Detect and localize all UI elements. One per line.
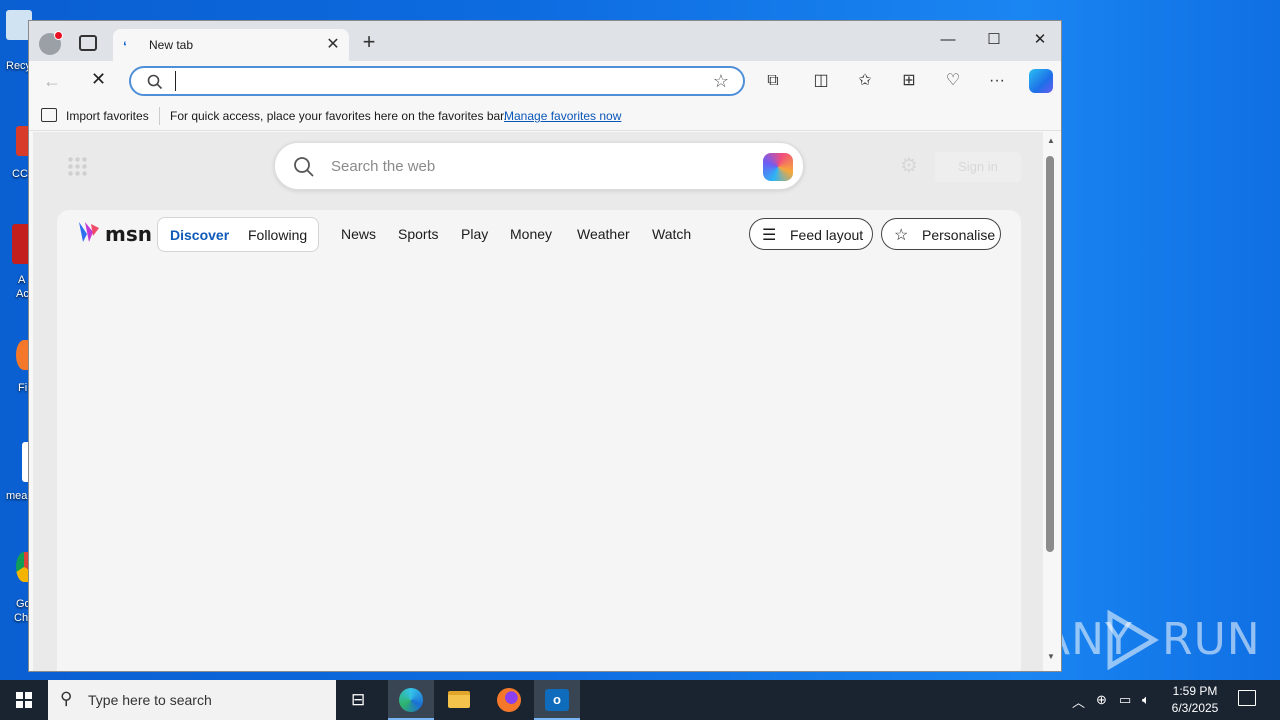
- scrollbar-thumb[interactable]: [1046, 156, 1054, 552]
- browser-essentials-icon[interactable]: ♡: [941, 69, 965, 93]
- nav-news[interactable]: News: [341, 226, 376, 242]
- minimize-button[interactable]: —: [925, 25, 971, 55]
- web-search-box[interactable]: Search the web: [274, 142, 804, 190]
- scroll-up-arrow-icon[interactable]: ▲: [1045, 136, 1057, 145]
- import-favorites-icon: [41, 108, 57, 122]
- anyrun-watermark: ANY RUN: [1040, 608, 1260, 672]
- tab-actions-icon[interactable]: [79, 35, 97, 51]
- windows-taskbar: ⚲ Type here to search ⊟ o ︿ ⊕ ▭ 🔈︎ 1:59 …: [0, 680, 1280, 720]
- msn-butterfly-icon: [79, 222, 99, 242]
- profile-avatar-icon[interactable]: [39, 31, 63, 55]
- nav-money[interactable]: Money: [510, 226, 552, 242]
- new-tab-plus-icon[interactable]: +: [359, 31, 379, 53]
- task-view-icon: ⊟: [351, 690, 366, 709]
- more-options-icon[interactable]: ···: [985, 69, 1009, 93]
- app-launcher-icon[interactable]: [67, 156, 87, 176]
- show-hidden-icons-chevron-icon[interactable]: ︿: [1072, 692, 1085, 711]
- search-icon: ⚲: [60, 689, 73, 708]
- windows-logo-icon: [16, 692, 32, 708]
- new-tab-page: Search the web ⚙ Sign in msn Discover Fo…: [33, 132, 1043, 671]
- navigation-toolbar: ← ✕ ☆ ⧉ ◫ ✩ ⊞ ♡ ···: [29, 61, 1061, 101]
- personalise-label: Personalise: [922, 227, 996, 243]
- network-drive-icon[interactable]: ⊕: [1096, 692, 1107, 708]
- add-favorite-star-icon[interactable]: ☆: [713, 71, 729, 92]
- edge-icon: [399, 688, 423, 712]
- taskbar-search-placeholder: Type here to search: [88, 692, 212, 708]
- page-scrollbar[interactable]: ▲ ▼: [1043, 132, 1059, 671]
- favorites-icon[interactable]: ✩: [853, 69, 877, 93]
- close-window-button[interactable]: ✕: [1017, 25, 1061, 55]
- extensions-puzzle-icon[interactable]: ⧉: [761, 69, 785, 93]
- tab-new-tab[interactable]: ‘ New tab ✕: [113, 29, 349, 61]
- scroll-down-arrow-icon[interactable]: ▼: [1045, 652, 1057, 661]
- loading-favicon-icon: ‘: [123, 38, 127, 54]
- import-favorites-button[interactable]: Import favorites: [66, 109, 149, 123]
- copilot-logo-icon[interactable]: [763, 153, 793, 181]
- tab-title: New tab: [149, 38, 194, 52]
- sliders-icon: ☰: [762, 227, 777, 244]
- clock-time: 1:59 PM: [1172, 684, 1218, 698]
- desktop-icon-label: Ac: [16, 288, 29, 300]
- clock-date: 6/3/2025: [1171, 701, 1219, 715]
- star-edit-icon: ☆: [894, 227, 909, 244]
- nav-watch[interactable]: Watch: [652, 226, 691, 242]
- address-input[interactable]: [175, 71, 695, 91]
- search-icon: [294, 157, 314, 177]
- taskbar-search-box[interactable]: ⚲ Type here to search: [48, 680, 336, 720]
- play-logo-icon: [1107, 610, 1159, 670]
- title-bar: ‘ New tab ✕ + — ☐ ✕: [29, 21, 1061, 61]
- notification-center-icon[interactable]: [1238, 690, 1256, 706]
- msn-logo[interactable]: msn: [77, 220, 152, 246]
- taskbar-outlook[interactable]: o: [534, 680, 580, 720]
- taskbar-edge[interactable]: [388, 680, 434, 720]
- maximize-button[interactable]: ☐: [971, 25, 1017, 55]
- desktop-icon-label: A: [18, 274, 26, 286]
- desktop-icon-label: Ch: [14, 612, 29, 624]
- collections-icon[interactable]: ⊞: [897, 69, 921, 93]
- close-tab-icon[interactable]: ✕: [323, 35, 343, 55]
- network-icon[interactable]: ▭: [1119, 692, 1131, 708]
- desktop-icon-label: CC: [12, 168, 28, 180]
- desktop-icon-label: mea: [6, 490, 28, 502]
- feed-tab-switcher: Discover Following: [157, 217, 319, 252]
- address-bar[interactable]: ☆: [129, 66, 745, 96]
- feed-layout-button[interactable]: ☰ Feed layout: [749, 218, 873, 250]
- back-arrow-icon[interactable]: ←: [43, 71, 61, 92]
- msn-feed: msn Discover Following News Sports Play …: [57, 210, 1021, 671]
- sign-in-button[interactable]: Sign in: [935, 152, 1021, 182]
- task-view-button[interactable]: ⊟: [338, 680, 384, 720]
- search-icon: [147, 74, 163, 90]
- tab-following[interactable]: Following: [248, 227, 307, 243]
- msn-logo-text: msn: [105, 222, 152, 246]
- system-clock[interactable]: 1:59 PM 6/3/2025: [1160, 683, 1230, 717]
- taskbar-firefox[interactable]: [486, 680, 532, 720]
- feed-layout-label: Feed layout: [790, 227, 864, 243]
- web-search-placeholder: Search the web: [331, 158, 436, 175]
- nav-sports[interactable]: Sports: [398, 226, 438, 242]
- watermark-text-right: RUN: [1162, 614, 1261, 665]
- tab-discover[interactable]: Discover: [170, 227, 229, 243]
- folder-icon: [448, 691, 470, 708]
- outlook-icon: o: [545, 689, 569, 711]
- divider: [159, 107, 160, 125]
- nav-weather[interactable]: Weather: [577, 226, 630, 242]
- volume-icon[interactable]: 🔈︎: [1142, 692, 1150, 708]
- desktop-icon-label: Fi: [18, 382, 28, 394]
- settings-gear-icon[interactable]: ⚙: [897, 154, 921, 178]
- favorites-bar: Import favorites For quick access, place…: [29, 101, 1061, 131]
- favorites-bar-message: For quick access, place your favorites h…: [170, 109, 507, 123]
- manage-favorites-link[interactable]: Manage favorites now: [504, 109, 621, 123]
- nav-play[interactable]: Play: [461, 226, 488, 242]
- split-screen-icon[interactable]: ◫: [809, 69, 833, 93]
- start-button[interactable]: [0, 680, 48, 720]
- taskbar-file-explorer[interactable]: [436, 680, 482, 720]
- firefox-icon: [497, 688, 521, 712]
- edge-browser-window: ‘ New tab ✕ + — ☐ ✕ ← ✕ ☆ ⧉ ◫ ✩ ⊞ ♡ ··· …: [28, 20, 1062, 672]
- copilot-icon[interactable]: [1029, 69, 1053, 93]
- stop-loading-icon[interactable]: ✕: [91, 69, 106, 90]
- personalise-button[interactable]: ☆ Personalise: [881, 218, 1001, 250]
